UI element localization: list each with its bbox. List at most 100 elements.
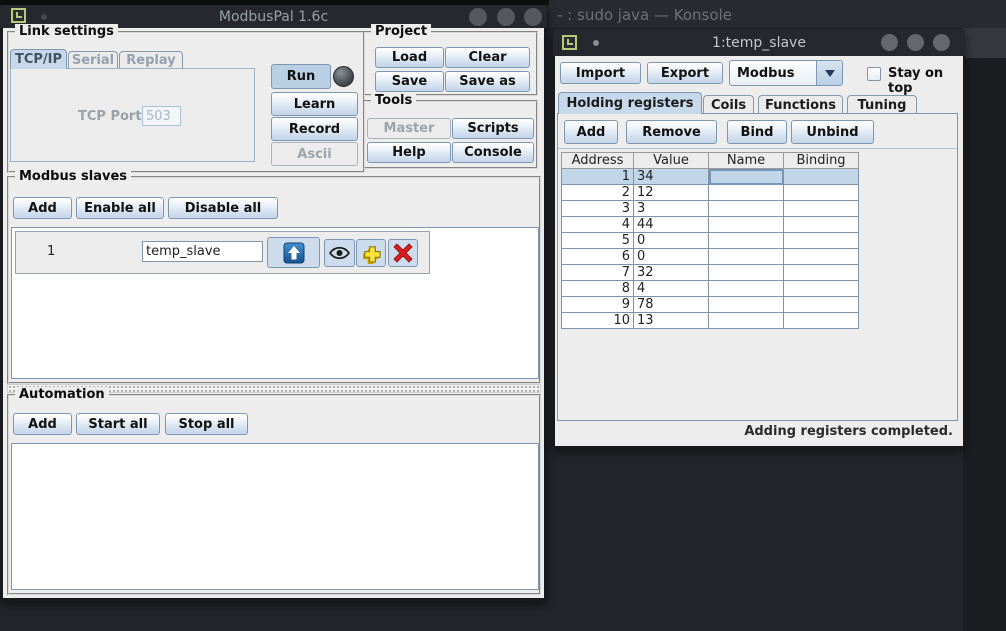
register-row[interactable]: 212: [562, 185, 859, 201]
cell-binding[interactable]: [784, 201, 859, 217]
automation-list[interactable]: [11, 443, 539, 590]
cell-binding[interactable]: [784, 265, 859, 281]
register-row[interactable]: 60: [562, 249, 859, 265]
run-button[interactable]: Run: [271, 64, 331, 89]
slave-name-field[interactable]: [142, 241, 263, 262]
chevron-down-icon[interactable]: [816, 61, 842, 85]
cell-binding[interactable]: [784, 233, 859, 249]
tcp-port-field[interactable]: [142, 106, 181, 126]
minimize-button[interactable]: [469, 8, 487, 26]
cell-address[interactable]: 2: [562, 185, 634, 201]
close-button[interactable]: [524, 8, 542, 26]
disable-all-button[interactable]: Disable all: [168, 197, 278, 219]
cell-address[interactable]: 5: [562, 233, 634, 249]
cell-address[interactable]: 4: [562, 217, 634, 233]
ascii-button[interactable]: Ascii: [271, 142, 358, 166]
tab-replay[interactable]: Replay: [119, 51, 183, 69]
load-button[interactable]: Load: [375, 47, 444, 68]
cell-value[interactable]: 0: [634, 249, 709, 265]
cell-address[interactable]: 7: [562, 265, 634, 281]
tab-holding-registers[interactable]: Holding registers: [558, 92, 702, 114]
cell-binding[interactable]: [784, 297, 859, 313]
cell-name[interactable]: [709, 217, 784, 233]
register-row[interactable]: 732: [562, 265, 859, 281]
slave-delete-button[interactable]: [388, 239, 418, 267]
export-button[interactable]: Export: [647, 62, 723, 84]
start-all-button[interactable]: Start all: [76, 413, 160, 435]
cell-address[interactable]: 3: [562, 201, 634, 217]
register-row[interactable]: 33: [562, 201, 859, 217]
cell-name[interactable]: [709, 169, 784, 185]
slave-add-button[interactable]: Add: [13, 197, 72, 219]
tab-tuning[interactable]: Tuning: [847, 95, 917, 114]
register-row[interactable]: 134: [562, 169, 859, 185]
maximize-button[interactable]: [497, 8, 515, 26]
column-header-binding[interactable]: Binding: [784, 153, 859, 169]
cell-value[interactable]: 12: [634, 185, 709, 201]
cell-address[interactable]: 6: [562, 249, 634, 265]
cell-value[interactable]: 32: [634, 265, 709, 281]
tab-serial[interactable]: Serial: [68, 51, 118, 69]
register-remove-button[interactable]: Remove: [626, 120, 717, 144]
tab-tcpip[interactable]: TCP/IP: [10, 49, 67, 69]
cell-address[interactable]: 1: [562, 169, 634, 185]
register-row[interactable]: 444: [562, 217, 859, 233]
scripts-button[interactable]: Scripts: [452, 118, 534, 139]
cell-value[interactable]: 13: [634, 313, 709, 329]
register-row[interactable]: 978: [562, 297, 859, 313]
cell-address[interactable]: 9: [562, 297, 634, 313]
cell-address[interactable]: 10: [562, 313, 634, 329]
register-row[interactable]: 1013: [562, 313, 859, 329]
cell-binding[interactable]: [784, 217, 859, 233]
cell-binding[interactable]: [784, 313, 859, 329]
enable-all-button[interactable]: Enable all: [76, 197, 164, 219]
cell-value[interactable]: 78: [634, 297, 709, 313]
tab-functions[interactable]: Functions: [758, 95, 843, 114]
register-row[interactable]: 50: [562, 233, 859, 249]
register-bind-button[interactable]: Bind: [727, 120, 787, 144]
column-header-address[interactable]: Address: [562, 153, 634, 169]
cell-name[interactable]: [709, 233, 784, 249]
register-unbind-button[interactable]: Unbind: [791, 120, 874, 144]
registers-table[interactable]: AddressValueNameBinding 1342123344450607…: [561, 152, 859, 329]
protocol-select[interactable]: Modbus: [729, 60, 843, 86]
slave-view-button[interactable]: [324, 239, 355, 267]
console-button[interactable]: Console: [452, 142, 534, 163]
register-row[interactable]: 84: [562, 281, 859, 297]
cell-name[interactable]: [709, 313, 784, 329]
maximize-button[interactable]: [907, 34, 924, 51]
save-button[interactable]: Save: [375, 71, 444, 92]
cell-value[interactable]: 34: [634, 169, 709, 185]
stop-all-button[interactable]: Stop all: [165, 413, 248, 435]
slave-enable-toggle[interactable]: [267, 237, 320, 268]
automation-add-button[interactable]: Add: [13, 413, 72, 435]
stay-on-top-checkbox[interactable]: [867, 67, 881, 81]
cell-name[interactable]: [709, 249, 784, 265]
cell-address[interactable]: 8: [562, 281, 634, 297]
cell-binding[interactable]: [784, 281, 859, 297]
temp-slave-titlebar[interactable]: 1:temp_slave: [553, 29, 965, 56]
clear-button[interactable]: Clear: [445, 47, 530, 68]
cell-name[interactable]: [709, 297, 784, 313]
help-button[interactable]: Help: [367, 142, 451, 163]
cell-name[interactable]: [709, 185, 784, 201]
learn-button[interactable]: Learn: [271, 92, 358, 116]
cell-binding[interactable]: [784, 169, 859, 185]
cell-value[interactable]: 44: [634, 217, 709, 233]
master-button[interactable]: Master: [367, 118, 451, 139]
cell-value[interactable]: 3: [634, 201, 709, 217]
close-button[interactable]: [933, 34, 950, 51]
cell-name[interactable]: [709, 201, 784, 217]
record-button[interactable]: Record: [271, 117, 358, 141]
column-header-value[interactable]: Value: [634, 153, 709, 169]
cell-value[interactable]: 4: [634, 281, 709, 297]
minimize-button[interactable]: [881, 34, 898, 51]
cell-name[interactable]: [709, 265, 784, 281]
register-add-button[interactable]: Add: [564, 120, 618, 144]
cell-binding[interactable]: [784, 249, 859, 265]
slave-duplicate-button[interactable]: [356, 239, 386, 267]
column-header-name[interactable]: Name: [709, 153, 784, 169]
cell-binding[interactable]: [784, 185, 859, 201]
tab-coils[interactable]: Coils: [703, 95, 754, 114]
import-button[interactable]: Import: [560, 62, 641, 84]
